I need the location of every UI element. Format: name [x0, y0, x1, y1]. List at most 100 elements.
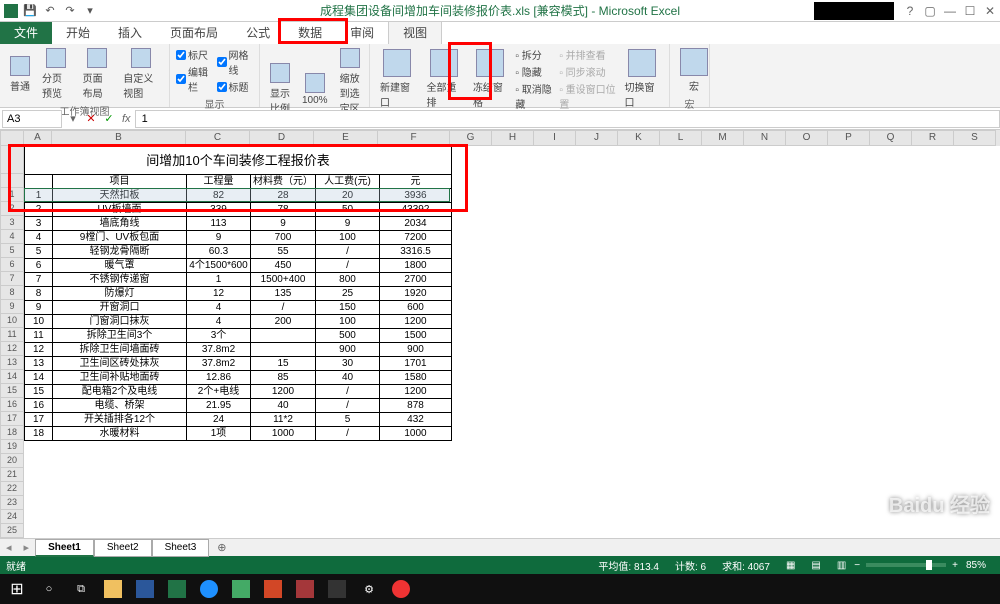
app-store-icon[interactable]: [322, 575, 352, 603]
row-header[interactable]: 25: [0, 524, 24, 538]
ribbon-btn-新建窗口[interactable]: 新建窗口: [376, 46, 418, 112]
row-header[interactable]: 16: [0, 398, 24, 412]
row-header[interactable]: 1: [0, 188, 24, 202]
ribbon-checkbox[interactable]: 网格线: [217, 46, 254, 78]
table-row[interactable]: 3墙底角线113992034: [25, 217, 452, 231]
table-row[interactable]: 49樘门、UV板包面97001007200: [25, 231, 452, 245]
tab-视图[interactable]: 视图: [388, 20, 442, 44]
table-row[interactable]: 15配电箱2个及电线2个+电线1200/1200: [25, 385, 452, 399]
col-header[interactable]: H: [492, 130, 534, 146]
start-button[interactable]: ⊞: [2, 575, 32, 603]
macro-button[interactable]: 宏: [676, 46, 712, 95]
table-row[interactable]: 12拆除卫生间墙面砖37.8m2900900: [25, 343, 452, 357]
tab-文件[interactable]: 文件: [0, 21, 52, 44]
row-header[interactable]: 22: [0, 482, 24, 496]
app-word-icon[interactable]: [130, 575, 160, 603]
sheet-nav-prev-icon[interactable]: ◂: [0, 541, 18, 554]
view-break-icon[interactable]: ▥: [829, 560, 854, 571]
add-sheet-icon[interactable]: ⊕: [209, 541, 234, 554]
sheet-tab[interactable]: Sheet2: [94, 539, 152, 557]
sheet-tab[interactable]: Sheet3: [152, 539, 210, 557]
col-header[interactable]: R: [912, 130, 954, 146]
ribbon-btn[interactable]: ▫ 拆分: [515, 46, 555, 63]
ribbon-btn-全部重排[interactable]: 全部重排: [422, 46, 464, 112]
taskview-icon[interactable]: ⧉: [66, 575, 96, 603]
tab-插入[interactable]: 插入: [104, 21, 156, 44]
row-header[interactable]: 3: [0, 216, 24, 230]
enter-icon[interactable]: ✓: [100, 110, 118, 128]
row-header[interactable]: 13: [0, 356, 24, 370]
ribbon-btn[interactable]: ▫ 隐藏: [515, 63, 555, 80]
row-header[interactable]: 14: [0, 370, 24, 384]
qat-redo-icon[interactable]: ↷: [62, 3, 78, 19]
ribbon-btn[interactable]: ▫ 重设窗口位置: [559, 80, 616, 112]
app-explorer-icon[interactable]: [98, 575, 128, 603]
cancel-icon[interactable]: ✕: [82, 110, 100, 128]
zoom-level[interactable]: 85%: [958, 560, 994, 571]
spreadsheet-grid[interactable]: ABCDEFGHIJKLMNOPQRS 12345678910111213141…: [0, 130, 1000, 538]
ribbon-btn[interactable]: ▫ 并排查看: [559, 46, 616, 63]
table-row[interactable]: 13卫生间区砖处抹灰37.8m215301701: [25, 357, 452, 371]
view-normal-icon[interactable]: ▦: [778, 560, 803, 571]
ribbon-checkbox[interactable]: 编辑栏: [176, 63, 213, 95]
row-header[interactable]: 7: [0, 272, 24, 286]
row-header[interactable]: 4: [0, 230, 24, 244]
row-header[interactable]: 6: [0, 258, 24, 272]
col-header[interactable]: P: [828, 130, 870, 146]
row-header[interactable]: 19: [0, 440, 24, 454]
app-excel-icon[interactable]: [162, 575, 192, 603]
tab-数据[interactable]: 数据: [284, 21, 336, 44]
tab-审阅[interactable]: 审阅: [336, 21, 388, 44]
help-icon[interactable]: ?: [900, 1, 920, 21]
row-header[interactable]: [0, 174, 24, 188]
app-paint-icon[interactable]: [226, 575, 256, 603]
table-row[interactable]: 16电缆、桥架21.9540/878: [25, 399, 452, 413]
tab-开始[interactable]: 开始: [52, 21, 104, 44]
row-header[interactable]: 2: [0, 202, 24, 216]
col-header[interactable]: B: [52, 130, 186, 146]
row-header[interactable]: 9: [0, 300, 24, 314]
qat-save-icon[interactable]: 💾: [22, 3, 38, 19]
row-header[interactable]: 12: [0, 342, 24, 356]
row-header[interactable]: 8: [0, 286, 24, 300]
row-header[interactable]: [0, 146, 24, 174]
col-header[interactable]: C: [186, 130, 250, 146]
zoom-slider[interactable]: [866, 563, 946, 567]
table-row[interactable]: 10门窗洞口抹灰42001001200: [25, 315, 452, 329]
col-header[interactable]: J: [576, 130, 618, 146]
col-header[interactable]: L: [660, 130, 702, 146]
tab-公式[interactable]: 公式: [232, 21, 284, 44]
row-header[interactable]: 24: [0, 510, 24, 524]
app-settings-icon[interactable]: ⚙: [354, 575, 384, 603]
ribbon-btn[interactable]: 切换窗口: [621, 46, 663, 112]
qat-undo-icon[interactable]: ↶: [42, 3, 58, 19]
col-header[interactable]: N: [744, 130, 786, 146]
minimize-icon[interactable]: —: [940, 1, 960, 21]
app-ie-icon[interactable]: [194, 575, 224, 603]
namebox-dropdown-icon[interactable]: ▾: [64, 110, 82, 128]
zoom-out-icon[interactable]: −: [854, 560, 860, 571]
close-icon[interactable]: ✕: [980, 1, 1000, 21]
col-header[interactable]: M: [702, 130, 744, 146]
name-box[interactable]: [2, 110, 62, 128]
ribbon-btn[interactable]: ▫ 取消隐藏: [515, 80, 555, 112]
row-header[interactable]: 23: [0, 496, 24, 510]
maximize-icon[interactable]: ☐: [960, 1, 980, 21]
row-header[interactable]: 10: [0, 314, 24, 328]
cortana-icon[interactable]: ○: [34, 575, 64, 603]
formula-input[interactable]: [135, 110, 1000, 128]
ribbon-checkbox[interactable]: 标尺: [176, 46, 213, 63]
ribbon-checkbox[interactable]: 标题: [217, 78, 254, 95]
ribbon-btn-冻结窗格[interactable]: 冻结窗格: [469, 46, 511, 112]
col-header[interactable]: E: [314, 130, 378, 146]
fx-icon[interactable]: fx: [118, 113, 135, 125]
table-row[interactable]: 5轻钢龙骨隔断60.355/3316.5: [25, 245, 452, 259]
row-header[interactable]: 11: [0, 328, 24, 342]
app-powerpoint-icon[interactable]: [258, 575, 288, 603]
table-row[interactable]: 7不锈钢传递窗11500+4008002700: [25, 273, 452, 287]
ribbon-btn[interactable]: 普通: [6, 46, 34, 102]
table-row[interactable]: 18水暖材料1项1000/1000: [25, 427, 452, 441]
row-header[interactable]: 18: [0, 426, 24, 440]
col-header[interactable]: I: [534, 130, 576, 146]
table-row[interactable]: 2UV板墙面339785043392: [25, 203, 452, 217]
